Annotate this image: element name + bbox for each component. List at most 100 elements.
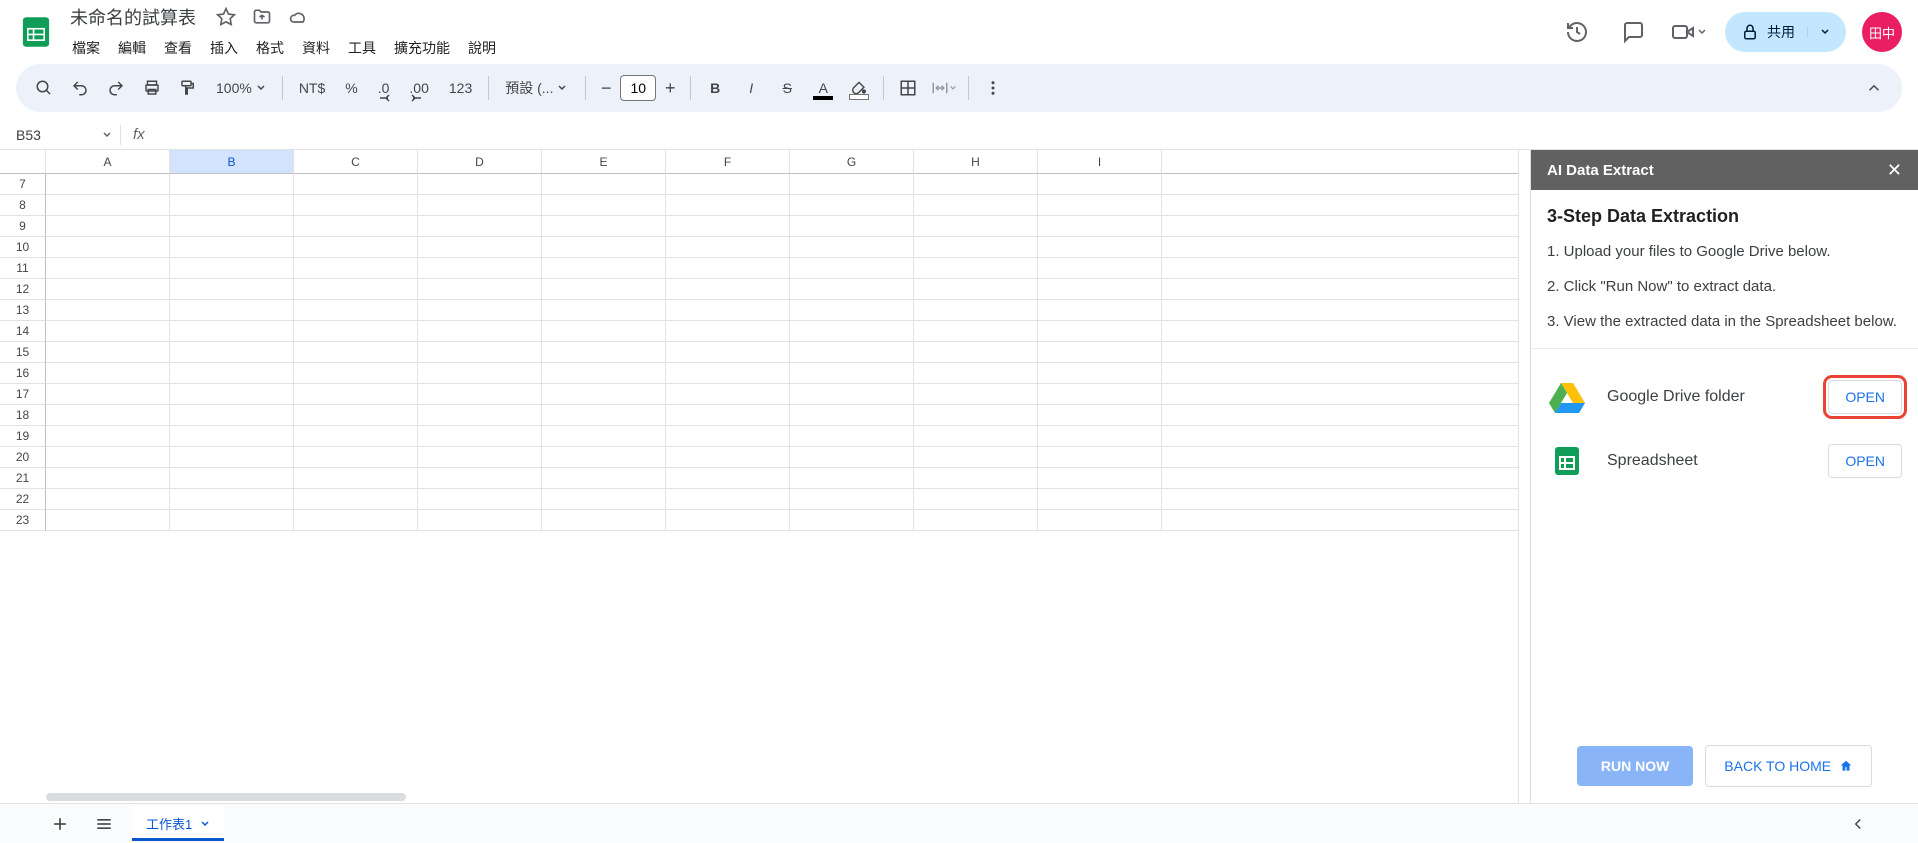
cell[interactable]	[418, 384, 542, 405]
column-header-G[interactable]: G	[790, 150, 914, 174]
row-header[interactable]: 11	[0, 258, 46, 279]
cell[interactable]	[914, 216, 1038, 237]
row-header[interactable]: 9	[0, 216, 46, 237]
text-color-button[interactable]: A	[807, 72, 839, 104]
move-folder-icon[interactable]	[250, 5, 274, 29]
row-header[interactable]: 20	[0, 447, 46, 468]
cell[interactable]	[542, 195, 666, 216]
run-now-button[interactable]: RUN NOW	[1577, 746, 1693, 786]
cell[interactable]	[914, 258, 1038, 279]
fill-color-button[interactable]	[843, 72, 875, 104]
explore-button[interactable]	[1842, 808, 1874, 840]
column-header-E[interactable]: E	[542, 150, 666, 174]
cell[interactable]	[666, 174, 790, 195]
cell[interactable]	[418, 300, 542, 321]
cell[interactable]	[46, 174, 170, 195]
cell[interactable]	[294, 510, 418, 531]
cell[interactable]	[790, 258, 914, 279]
cell[interactable]	[790, 384, 914, 405]
percent-button[interactable]: %	[337, 80, 365, 96]
more-formats-button[interactable]: 123	[441, 80, 480, 96]
cell[interactable]	[542, 321, 666, 342]
cell[interactable]	[1038, 237, 1162, 258]
cell[interactable]	[418, 258, 542, 279]
cell[interactable]	[1038, 468, 1162, 489]
row-header[interactable]: 14	[0, 321, 46, 342]
cell[interactable]	[542, 258, 666, 279]
cell[interactable]	[666, 384, 790, 405]
cell[interactable]	[542, 300, 666, 321]
document-title[interactable]: 未命名的試算表	[64, 2, 202, 32]
cell[interactable]	[1038, 258, 1162, 279]
cell[interactable]	[294, 300, 418, 321]
row-header[interactable]: 21	[0, 468, 46, 489]
column-header-H[interactable]: H	[914, 150, 1038, 174]
cell[interactable]	[542, 216, 666, 237]
cell[interactable]	[1038, 174, 1162, 195]
cell[interactable]	[666, 405, 790, 426]
cell[interactable]	[46, 468, 170, 489]
share-button[interactable]: 共用	[1725, 12, 1846, 52]
cell[interactable]	[790, 237, 914, 258]
cell[interactable]	[418, 174, 542, 195]
cell[interactable]	[1038, 342, 1162, 363]
cell[interactable]	[418, 426, 542, 447]
cell[interactable]	[790, 510, 914, 531]
cell[interactable]	[1038, 279, 1162, 300]
menu-extensions[interactable]: 擴充功能	[386, 34, 458, 62]
cell[interactable]	[294, 237, 418, 258]
cell[interactable]	[418, 447, 542, 468]
cell[interactable]	[294, 468, 418, 489]
cell[interactable]	[294, 342, 418, 363]
cell[interactable]	[418, 321, 542, 342]
cell[interactable]	[418, 195, 542, 216]
cell[interactable]	[914, 384, 1038, 405]
cell[interactable]	[1038, 216, 1162, 237]
cell[interactable]	[170, 363, 294, 384]
cell[interactable]	[46, 342, 170, 363]
cell[interactable]	[294, 216, 418, 237]
decrease-font-button[interactable]: −	[594, 76, 618, 100]
cell[interactable]	[666, 447, 790, 468]
collapse-toolbar-button[interactable]	[1858, 72, 1890, 104]
cell[interactable]	[294, 447, 418, 468]
row-header[interactable]: 10	[0, 237, 46, 258]
cell[interactable]	[1038, 510, 1162, 531]
cell[interactable]	[170, 279, 294, 300]
cell[interactable]	[170, 216, 294, 237]
cell[interactable]	[170, 258, 294, 279]
cell[interactable]	[170, 405, 294, 426]
cell[interactable]	[294, 195, 418, 216]
cell[interactable]	[1038, 363, 1162, 384]
row-header[interactable]: 23	[0, 510, 46, 531]
cell[interactable]	[790, 468, 914, 489]
cell[interactable]	[418, 468, 542, 489]
cell[interactable]	[666, 237, 790, 258]
cell[interactable]	[294, 426, 418, 447]
cell[interactable]	[418, 342, 542, 363]
cell[interactable]	[914, 489, 1038, 510]
cell[interactable]	[294, 258, 418, 279]
cell[interactable]	[666, 510, 790, 531]
cell[interactable]	[914, 279, 1038, 300]
spreadsheet-grid[interactable]: ABCDEFGHI 789101112131415161718192021222…	[0, 150, 1518, 803]
cell[interactable]	[294, 321, 418, 342]
menu-insert[interactable]: 插入	[202, 34, 246, 62]
cell[interactable]	[418, 237, 542, 258]
strikethrough-button[interactable]: S	[771, 72, 803, 104]
cell[interactable]	[790, 447, 914, 468]
cell[interactable]	[294, 174, 418, 195]
cell[interactable]	[418, 405, 542, 426]
cell[interactable]	[914, 447, 1038, 468]
column-header-I[interactable]: I	[1038, 150, 1162, 174]
cell[interactable]	[46, 384, 170, 405]
cell[interactable]	[170, 195, 294, 216]
cell[interactable]	[46, 216, 170, 237]
cell[interactable]	[666, 321, 790, 342]
cell[interactable]	[790, 174, 914, 195]
borders-button[interactable]	[892, 72, 924, 104]
row-header[interactable]: 16	[0, 363, 46, 384]
row-header[interactable]: 18	[0, 405, 46, 426]
cell[interactable]	[666, 216, 790, 237]
share-dropdown-icon[interactable]	[1807, 27, 1830, 37]
